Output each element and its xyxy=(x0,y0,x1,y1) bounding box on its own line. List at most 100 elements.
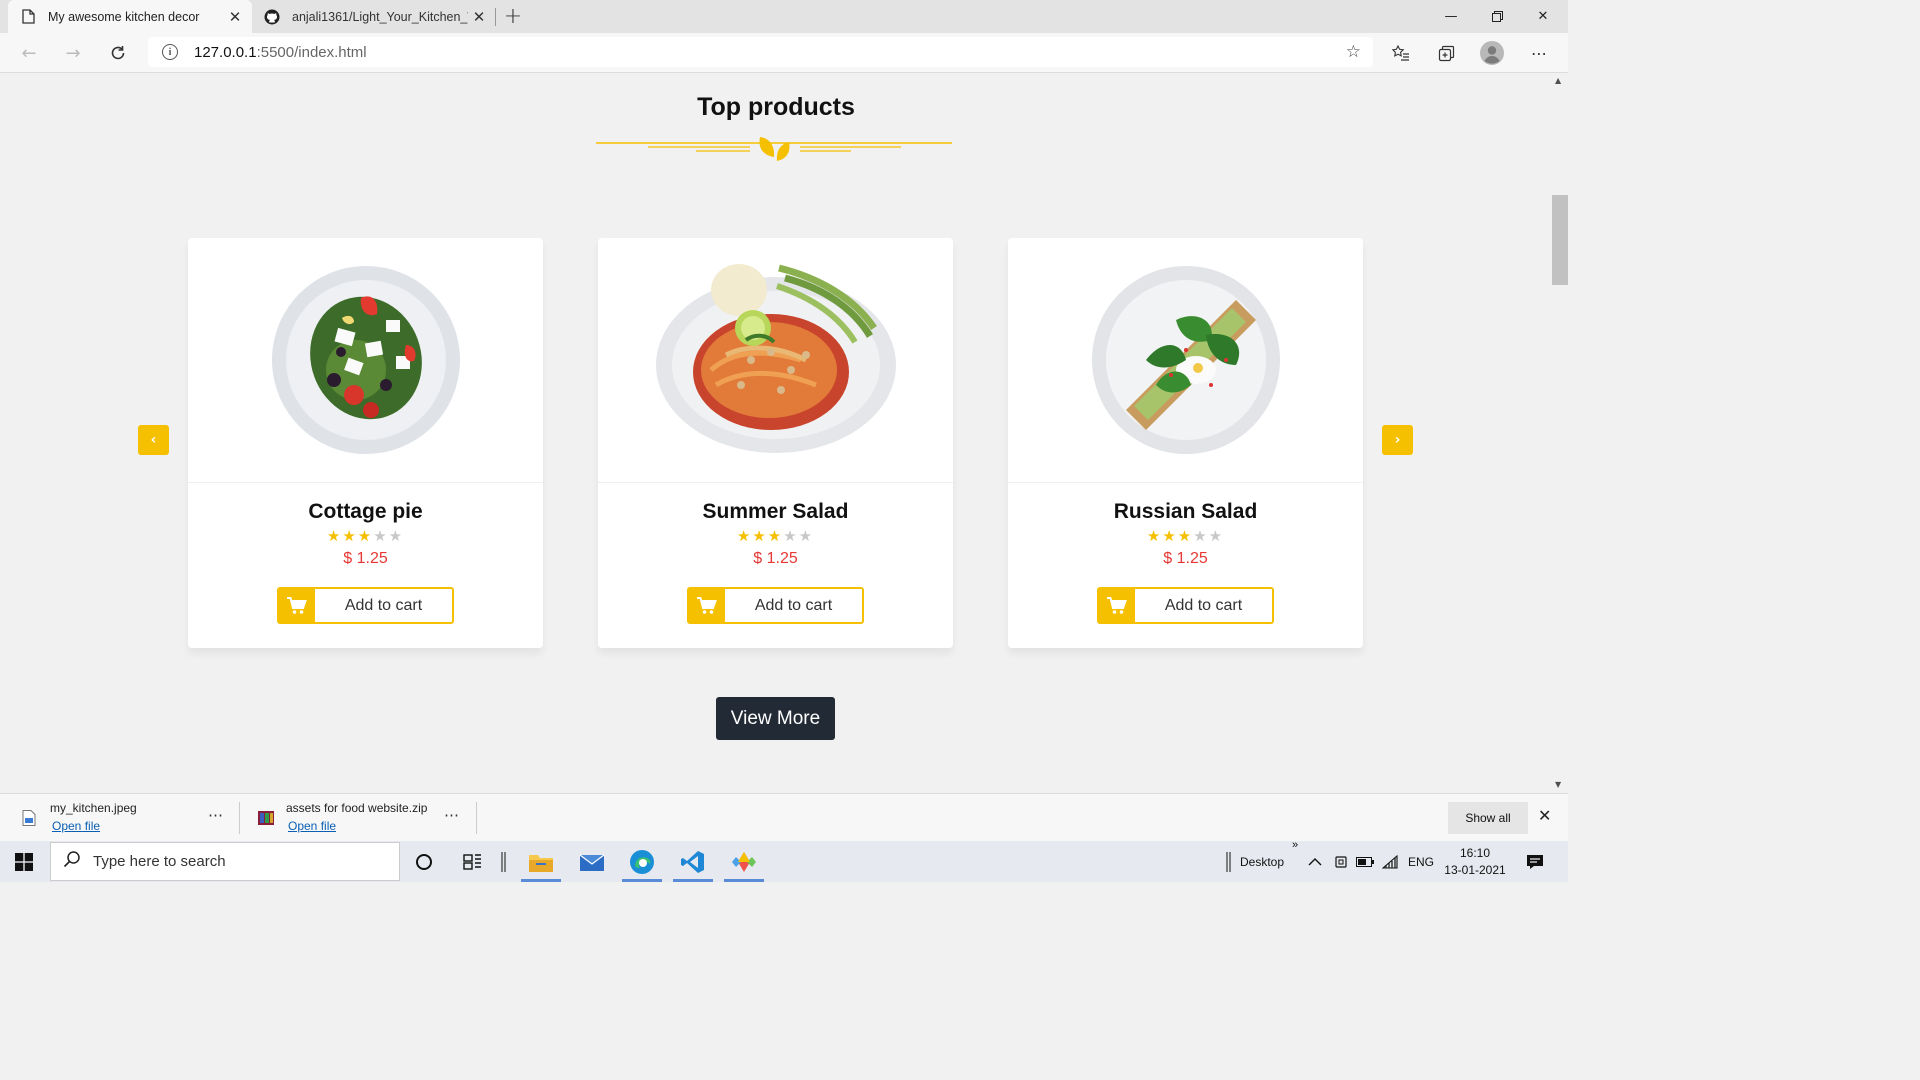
image-file-icon xyxy=(22,810,36,826)
product-image xyxy=(1008,238,1363,483)
close-window-icon[interactable]: ✕ xyxy=(1520,0,1566,33)
open-file-link[interactable]: Open file xyxy=(288,819,336,833)
taskbar-divider-icon xyxy=(494,841,514,882)
scroll-down-icon[interactable]: ▼ xyxy=(1555,780,1561,789)
back-icon[interactable]: ← xyxy=(14,38,44,68)
toolbar-expand-icon[interactable]: » xyxy=(1292,835,1298,855)
star-filled-icon: ★ xyxy=(736,527,753,545)
minimize-icon[interactable]: — xyxy=(1428,0,1474,33)
restore-icon[interactable] xyxy=(1474,0,1520,33)
vscode-icon[interactable] xyxy=(670,841,716,882)
notifications-icon[interactable] xyxy=(1526,841,1544,882)
favorites-list-icon[interactable] xyxy=(1387,39,1415,67)
tab-active[interactable]: My awesome kitchen decor ✕ xyxy=(8,0,252,33)
address-bar[interactable]: i 127.0.0.1:5500/index.html ☆ xyxy=(148,37,1373,67)
device-icon[interactable] xyxy=(1334,841,1348,882)
more-options-icon[interactable]: ⋯ xyxy=(1525,39,1553,67)
star-filled-icon: ★ xyxy=(1146,527,1163,545)
cart-icon xyxy=(689,589,725,622)
scrollbar-thumb[interactable] xyxy=(1552,195,1568,285)
product-card: Summer Salad ★★★★★ $ 1.25 Add to cart xyxy=(598,238,953,648)
product-card: Russian Salad ★★★★★ $ 1.25 Add to cart xyxy=(1008,238,1363,648)
new-tab-icon[interactable]: + xyxy=(503,4,523,29)
section-title: Top products xyxy=(697,93,855,121)
taskbar-search-input[interactable]: Type here to search xyxy=(50,842,400,881)
forward-icon[interactable]: → xyxy=(58,38,88,68)
star-filled-icon: ★ xyxy=(342,527,358,545)
desktop-label: Desktop xyxy=(1240,854,1285,869)
add-to-cart-button[interactable]: Add to cart xyxy=(1097,587,1274,624)
product-name: Cottage pie xyxy=(308,500,423,523)
url-host: 127.0.0.1 xyxy=(194,43,257,61)
download-more-icon[interactable]: ⋯ xyxy=(444,806,460,824)
product-price: $ 1.25 xyxy=(753,550,798,567)
add-to-cart-label: Add to cart xyxy=(1164,596,1243,614)
close-tab-icon[interactable]: ✕ xyxy=(224,8,246,26)
desktop-toolbar[interactable]: Desktop xyxy=(1226,841,1284,882)
windows-start-icon[interactable] xyxy=(0,841,48,882)
add-to-cart-button[interactable]: Add to cart xyxy=(687,587,864,624)
toolbar-grip-icon xyxy=(1226,851,1231,872)
edge-browser-icon[interactable] xyxy=(619,841,665,882)
favorite-star-icon[interactable]: ☆ xyxy=(1346,42,1361,62)
tab-title: My awesome kitchen decor xyxy=(48,9,200,24)
clock[interactable]: 16:10 13-01-2021 xyxy=(1440,845,1510,879)
avocado-toast-plate-icon xyxy=(1091,266,1280,454)
web-page: Top products ‹ › Cottage pie ★★★★★ $ 1.2… xyxy=(0,73,1552,793)
download-bar: my_kitchen.jpeg Open file ⋯ assets for f… xyxy=(0,793,1568,841)
zip-file-icon xyxy=(258,811,274,825)
product-name: Summer Salad xyxy=(702,500,849,523)
show-hidden-icons-icon[interactable] xyxy=(1308,841,1322,882)
product-card: Cottage pie ★★★★★ $ 1.25 Add to cart xyxy=(188,238,543,648)
star-empty-icon: ★ xyxy=(1208,527,1225,545)
star-empty-icon: ★ xyxy=(373,527,389,545)
noodle-salad-plate-icon xyxy=(655,264,896,453)
git-gui-icon[interactable] xyxy=(721,841,767,882)
star-filled-icon: ★ xyxy=(1177,527,1194,545)
page-icon xyxy=(20,9,36,25)
tab-separator xyxy=(495,8,496,26)
file-explorer-icon[interactable] xyxy=(518,841,564,882)
add-to-cart-button[interactable]: Add to cart xyxy=(277,587,454,624)
carousel-prev-button[interactable]: ‹ xyxy=(138,425,169,455)
windows-taskbar: Type here to search Desktop » ENG 16:10 … xyxy=(0,839,1568,882)
star-empty-icon: ★ xyxy=(783,527,799,545)
show-all-button[interactable]: Show all xyxy=(1448,802,1528,834)
view-more-button[interactable]: View More xyxy=(716,697,835,740)
star-filled-icon: ★ xyxy=(326,527,343,545)
refresh-icon[interactable] xyxy=(103,38,133,68)
product-price: $ 1.25 xyxy=(343,550,388,567)
close-download-bar-icon[interactable]: ✕ xyxy=(1538,806,1551,825)
site-info-icon[interactable]: i xyxy=(162,44,178,60)
language-indicator[interactable]: ENG xyxy=(1408,841,1434,882)
download-item[interactable]: assets for food website.zip Open file ⋯ xyxy=(258,794,468,842)
carousel-next-button[interactable]: › xyxy=(1382,425,1413,455)
star-filled-icon: ★ xyxy=(357,527,374,545)
add-to-cart-label: Add to cart xyxy=(344,596,423,614)
browser-toolbar: ← → i 127.0.0.1:5500/index.html ☆ ⋯ xyxy=(0,33,1568,73)
open-file-link[interactable]: Open file xyxy=(52,819,100,833)
clock-time: 16:10 xyxy=(1459,846,1491,860)
profile-avatar-icon[interactable] xyxy=(1478,39,1506,67)
wifi-icon[interactable] xyxy=(1382,841,1398,882)
download-item[interactable]: my_kitchen.jpeg Open file ⋯ xyxy=(22,794,232,842)
battery-icon[interactable] xyxy=(1356,841,1374,882)
collections-icon[interactable] xyxy=(1432,39,1460,67)
download-separator xyxy=(476,802,477,834)
tab-title: anjali1361/Light_Your_Kitchen_W xyxy=(292,9,468,24)
cortana-icon[interactable] xyxy=(401,841,447,882)
page-scrollbar[interactable]: ▲ ▼ xyxy=(1552,73,1568,793)
star-filled-icon: ★ xyxy=(1162,527,1178,545)
tab-inactive[interactable]: anjali1361/Light_Your_Kitchen_W ✕ xyxy=(252,0,496,33)
download-more-icon[interactable]: ⋯ xyxy=(208,806,224,824)
rating-stars: ★★★★★ xyxy=(188,527,543,545)
url-path: :5500/index.html xyxy=(256,43,367,61)
close-tab-icon[interactable]: ✕ xyxy=(468,8,490,26)
product-image xyxy=(188,238,543,483)
task-view-icon[interactable] xyxy=(450,841,496,882)
download-filename: assets for food website.zip xyxy=(286,801,428,815)
scroll-up-icon[interactable]: ▲ xyxy=(1555,76,1561,85)
search-icon xyxy=(63,850,81,873)
star-filled-icon: ★ xyxy=(767,527,784,545)
mail-icon[interactable] xyxy=(569,841,615,882)
